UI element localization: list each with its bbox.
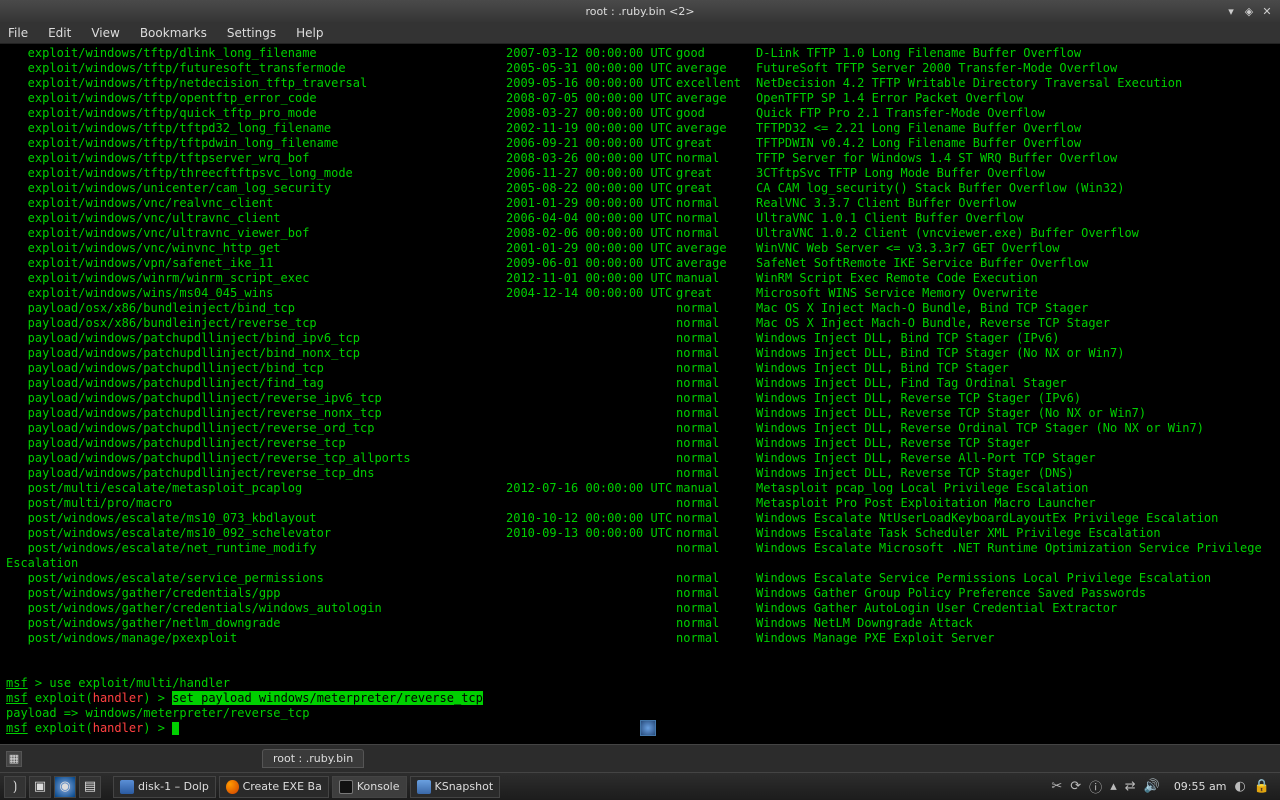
- module-row: payload/windows/patchupdllinject/reverse…: [6, 451, 1274, 466]
- menu-settings[interactable]: Settings: [227, 26, 276, 40]
- module-row: post/windows/escalate/ms10_092_schelevat…: [6, 526, 1274, 541]
- task-button[interactable]: Create EXE Ba: [219, 776, 329, 798]
- clock[interactable]: 09:55 am: [1174, 780, 1227, 793]
- module-row: post/windows/gather/credentials/gppnorma…: [6, 586, 1274, 601]
- session-icon[interactable]: ◐: [1234, 779, 1245, 794]
- module-row: exploit/windows/tftp/tftpd32_long_filena…: [6, 121, 1274, 136]
- module-row: payload/osx/x86/bundleinject/bind_tcpnor…: [6, 301, 1274, 316]
- module-row: post/multi/pro/macronormalMetasploit Pro…: [6, 496, 1274, 511]
- module-row: exploit/windows/tftp/dlink_long_filename…: [6, 46, 1274, 61]
- clipboard-icon[interactable]: ✂: [1051, 779, 1062, 794]
- module-row: exploit/windows/vnc/winvnc_http_get2001-…: [6, 241, 1274, 256]
- module-row-wrap: Escalation: [6, 556, 1274, 571]
- terminal-tab[interactable]: root : .ruby.bin: [262, 749, 364, 768]
- volume-icon[interactable]: 🔊: [1144, 779, 1160, 794]
- module-row: payload/windows/patchupdllinject/reverse…: [6, 391, 1274, 406]
- desktop-switcher-icon[interactable]: ◉: [54, 776, 76, 798]
- app-launcher-icon[interactable]: ⟯: [4, 776, 26, 798]
- prompt-line-2: msf exploit(handler) > set payload windo…: [6, 691, 1274, 706]
- module-row: exploit/windows/vnc/ultravnc_client2006-…: [6, 211, 1274, 226]
- snap-icon: [417, 780, 431, 794]
- task-button[interactable]: disk-1 – Dolp: [113, 776, 216, 798]
- folder-icon: [120, 780, 134, 794]
- window-title: root : .ruby.bin <2>: [585, 5, 694, 18]
- activity-icon[interactable]: ▣: [29, 776, 51, 798]
- module-row: exploit/windows/tftp/tftpserver_wrq_bof2…: [6, 151, 1274, 166]
- module-row: payload/windows/patchupdllinject/reverse…: [6, 421, 1274, 436]
- module-row: post/multi/escalate/metasploit_pcaplog20…: [6, 481, 1274, 496]
- new-tab-icon[interactable]: ▦: [6, 751, 22, 767]
- module-row: exploit/windows/tftp/futuresoft_transfer…: [6, 61, 1274, 76]
- notifications-icon[interactable]: ⓘ: [1089, 777, 1102, 796]
- module-row: exploit/windows/tftp/netdecision_tftp_tr…: [6, 76, 1274, 91]
- module-row: exploit/windows/tftp/quick_tftp_pro_mode…: [6, 106, 1274, 121]
- lock-icon[interactable]: 🔒: [1254, 779, 1270, 794]
- module-row: payload/windows/patchupdllinject/bind_no…: [6, 346, 1274, 361]
- module-row: payload/windows/patchupdllinject/reverse…: [6, 406, 1274, 421]
- module-row: post/windows/gather/credentials/windows_…: [6, 601, 1274, 616]
- menu-bookmarks[interactable]: Bookmarks: [140, 26, 207, 40]
- task-label: disk-1 – Dolp: [138, 780, 209, 793]
- tab-bar: ▦ root : .ruby.bin: [0, 744, 1280, 772]
- module-row: payload/windows/patchupdllinject/reverse…: [6, 436, 1274, 451]
- module-row: exploit/windows/vnc/ultravnc_viewer_bof2…: [6, 226, 1274, 241]
- module-row: exploit/windows/vnc/realvnc_client2001-0…: [6, 196, 1274, 211]
- system-tray: ✂ ⟳ ⓘ ▴ ⇄ 🔊 09:55 am ◐ 🔒: [1045, 777, 1276, 796]
- module-row: exploit/windows/winrm/winrm_script_exec2…: [6, 271, 1274, 286]
- menu-help[interactable]: Help: [296, 26, 323, 40]
- module-row: payload/windows/patchupdllinject/reverse…: [6, 466, 1274, 481]
- module-row: exploit/windows/vpn/safenet_ike_112009-0…: [6, 256, 1274, 271]
- prompt-line-1: msf > use exploit/multi/handler: [6, 676, 1274, 691]
- module-row: post/windows/manage/pxexploitnormalWindo…: [6, 631, 1274, 646]
- task-button[interactable]: Konsole: [332, 776, 407, 798]
- minimize-icon[interactable]: ▾: [1224, 4, 1238, 18]
- menu-view[interactable]: View: [91, 26, 119, 40]
- task-label: Konsole: [357, 780, 400, 793]
- menubar: File Edit View Bookmarks Settings Help: [0, 22, 1280, 44]
- cursor-icon: [172, 722, 179, 735]
- close-icon[interactable]: ✕: [1260, 4, 1274, 18]
- module-row: payload/windows/patchupdllinject/bind_ip…: [6, 331, 1274, 346]
- module-row: payload/osx/x86/bundleinject/reverse_tcp…: [6, 316, 1274, 331]
- files-icon[interactable]: ▤: [79, 776, 101, 798]
- term-icon: [339, 780, 353, 794]
- module-row: exploit/windows/tftp/tftpdwin_long_filen…: [6, 136, 1274, 151]
- task-label: Create EXE Ba: [243, 780, 322, 793]
- network-icon[interactable]: ⇄: [1125, 779, 1136, 794]
- task-button[interactable]: KSnapshot: [410, 776, 501, 798]
- module-row: post/windows/escalate/service_permission…: [6, 571, 1274, 586]
- module-row: exploit/windows/tftp/opentftp_error_code…: [6, 91, 1274, 106]
- module-row: exploit/windows/tftp/threecftftpsvc_long…: [6, 166, 1274, 181]
- window-titlebar: root : .ruby.bin <2> ▾ ◈ ✕: [0, 0, 1280, 22]
- module-row: payload/windows/patchupdllinject/bind_tc…: [6, 361, 1274, 376]
- module-row: post/windows/gather/netlm_downgradenorma…: [6, 616, 1274, 631]
- module-row: payload/windows/patchupdllinject/find_ta…: [6, 376, 1274, 391]
- prompt-result: payload => windows/meterpreter/reverse_t…: [6, 706, 1274, 721]
- maximize-icon[interactable]: ◈: [1242, 4, 1256, 18]
- module-row: post/windows/escalate/net_runtime_modify…: [6, 541, 1274, 556]
- taskbar: ⟯ ▣ ◉ ▤ disk-1 – Dolp Create EXE Ba Konsol…: [0, 772, 1280, 800]
- module-row: post/windows/escalate/ms10_073_kbdlayout…: [6, 511, 1274, 526]
- prompt-line-3: msf exploit(handler) >: [6, 721, 1274, 736]
- module-row: exploit/windows/wins/ms04_045_wins2004-1…: [6, 286, 1274, 301]
- terminal-output[interactable]: exploit/windows/tftp/dlink_long_filename…: [0, 44, 1280, 744]
- ff-icon: [226, 780, 239, 794]
- chevron-up-icon[interactable]: ▴: [1110, 779, 1117, 794]
- module-row: exploit/windows/unicenter/cam_log_securi…: [6, 181, 1274, 196]
- menu-file[interactable]: File: [8, 26, 28, 40]
- task-label: KSnapshot: [435, 780, 494, 793]
- updates-icon[interactable]: ⟳: [1070, 779, 1081, 794]
- menu-edit[interactable]: Edit: [48, 26, 71, 40]
